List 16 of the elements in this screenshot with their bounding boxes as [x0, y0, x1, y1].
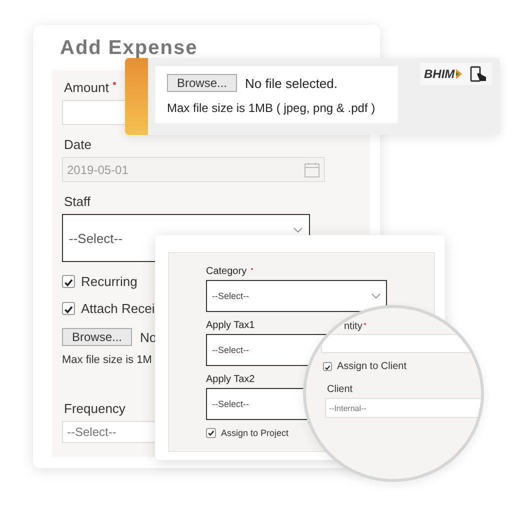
brand-logo: BHIM	[424, 67, 455, 81]
checkbox-label: Attach Recei	[81, 301, 155, 316]
file-size-hint: Max file size is 1MB ( jpeg, png & .pdf )	[167, 101, 376, 115]
checkbox-label: Recurring	[81, 274, 138, 289]
field-label: Apply Tax2	[206, 374, 255, 385]
field-label: Frequency	[64, 401, 126, 416]
field-label: Staff	[64, 194, 91, 209]
field-label: Amount	[64, 80, 109, 95]
field-label: Apply Tax1	[206, 320, 255, 331]
field-label: Category	[206, 266, 247, 277]
file-size-hint: Max file size is 1M	[62, 354, 152, 366]
file-status: No file selected.	[245, 76, 338, 90]
field-label: ntity	[344, 321, 362, 332]
page-title: Add Expense	[60, 37, 198, 60]
field-label: Date	[64, 137, 92, 152]
checkbox-label: Assign to Project	[221, 428, 289, 438]
